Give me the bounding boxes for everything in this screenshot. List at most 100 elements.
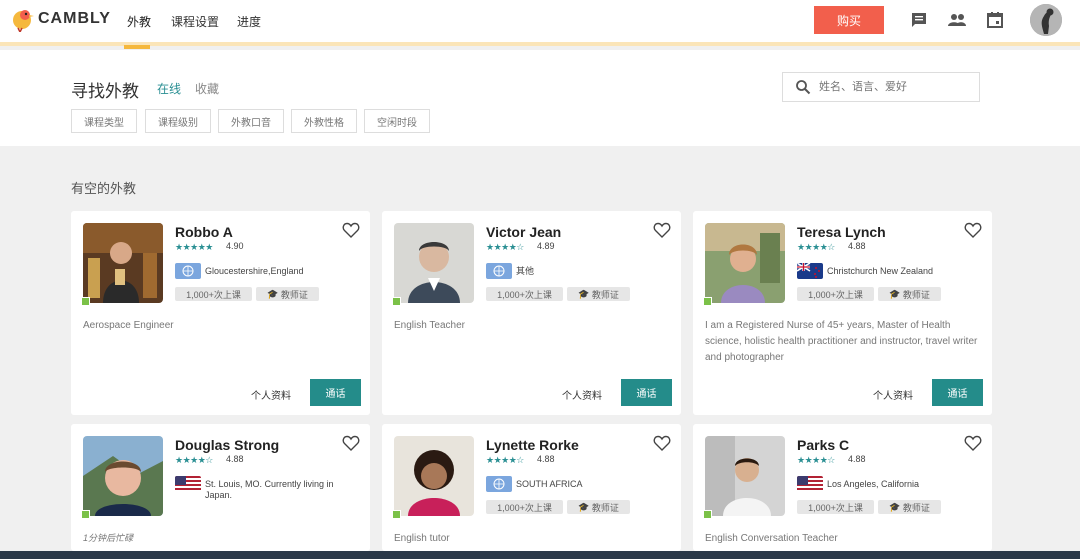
- tutor-photo[interactable]: [705, 223, 785, 303]
- busy-status: 1分钟后忙碌: [83, 533, 134, 543]
- rating-value: 4.90: [226, 241, 244, 251]
- nz-flag-icon: [797, 263, 823, 279]
- tutor-card[interactable]: Douglas Strong ★★★★☆ 4.88 St. Louis, MO.…: [71, 424, 370, 551]
- certified-label: 教师证: [591, 289, 619, 300]
- favorite-heart-icon[interactable]: [964, 434, 982, 452]
- tutor-location: Gloucestershire,England: [205, 266, 304, 276]
- rating-stars: ★★★★☆: [486, 455, 524, 465]
- profile-link[interactable]: 个人资料: [873, 387, 913, 402]
- tutor-bio: I am a Registered Nurse of 45+ years, Ma…: [705, 320, 978, 363]
- tutor-photo[interactable]: [394, 436, 474, 516]
- favorite-heart-icon[interactable]: [653, 221, 671, 239]
- tutor-card[interactable]: Victor Jean ★★★★☆ 4.89 其他 1,000+次上课 🎓 教师…: [382, 211, 681, 415]
- tutor-photo[interactable]: [705, 436, 785, 516]
- people-icon[interactable]: [947, 11, 967, 29]
- tab-favorites[interactable]: 收藏: [195, 80, 219, 97]
- rating-stars: ★★★★☆: [486, 242, 524, 252]
- rating-value: 4.88: [226, 454, 244, 464]
- lessons-badge: 1,000+次上课: [486, 287, 563, 301]
- rating-value: 4.89: [537, 241, 555, 251]
- bird-logo-icon: [13, 10, 34, 32]
- avatar-silhouette-icon: [1030, 4, 1062, 36]
- certified-badge: 🎓 教师证: [256, 287, 319, 301]
- top-nav: CAMBLY 外教 课程设置 进度 购买: [0, 0, 1080, 49]
- rating-stars: ★★★★☆: [797, 455, 835, 465]
- certified-label: 教师证: [280, 289, 308, 300]
- message-icon[interactable]: [910, 11, 928, 29]
- lessons-badge: 1,000+次上课: [175, 287, 252, 301]
- tutor-bio: Aerospace Engineer: [83, 320, 174, 331]
- certified-badge: 🎓 教师证: [567, 287, 630, 301]
- call-button[interactable]: 通话: [310, 379, 361, 406]
- os-taskbar: [0, 551, 1080, 559]
- tutor-name[interactable]: Lynette Rorke: [486, 437, 579, 453]
- brand-name: CAMBLY: [38, 10, 111, 27]
- nav-courses[interactable]: 课程设置: [171, 13, 219, 30]
- lessons-badge: 1,000+次上课: [797, 500, 874, 514]
- tutor-name[interactable]: Teresa Lynch: [797, 224, 886, 240]
- us-flag-icon: [175, 476, 201, 492]
- rating-value: 4.88: [537, 454, 555, 464]
- tutor-photo[interactable]: [394, 223, 474, 303]
- tutor-photo[interactable]: [83, 223, 163, 303]
- tutor-name[interactable]: Victor Jean: [486, 224, 561, 240]
- search-box[interactable]: [782, 72, 980, 102]
- graduation-cap-icon: 🎓: [578, 501, 590, 512]
- filter-course-level[interactable]: 课程级别: [145, 109, 211, 133]
- tutor-bio: English Teacher: [394, 320, 465, 331]
- tutor-location: St. Louis, MO. Currently living in Japan…: [205, 479, 334, 500]
- tutor-location: Los Angeles, California: [827, 479, 920, 489]
- rating-value: 4.88: [848, 241, 866, 251]
- tutor-card[interactable]: Lynette Rorke ★★★★☆ 4.88 SOUTH AFRICA 1,…: [382, 424, 681, 551]
- lessons-badge: 1,000+次上课: [797, 287, 874, 301]
- tutor-card[interactable]: Parks C ★★★★☆ 4.88 Los Angeles, Californ…: [693, 424, 992, 551]
- online-status-indicator: [81, 510, 90, 519]
- buy-button[interactable]: 购买: [814, 6, 884, 34]
- section-title: 有空的外教: [71, 181, 137, 196]
- filter-personality[interactable]: 外教性格: [291, 109, 357, 133]
- rating-value: 4.88: [848, 454, 866, 464]
- nav-tutors[interactable]: 外教: [127, 13, 151, 30]
- tutor-location: 其他: [516, 266, 535, 276]
- user-avatar[interactable]: [1030, 4, 1062, 36]
- certified-badge: 🎓 教师证: [878, 287, 941, 301]
- online-status-indicator: [703, 297, 712, 306]
- call-button[interactable]: 通话: [621, 379, 672, 406]
- tutor-name[interactable]: Parks C: [797, 437, 849, 453]
- profile-link[interactable]: 个人资料: [251, 387, 291, 402]
- online-status-indicator: [392, 510, 401, 519]
- online-status-indicator: [703, 510, 712, 519]
- un-flag-icon: [175, 263, 201, 279]
- tutor-name[interactable]: Robbo A: [175, 224, 233, 240]
- profile-link[interactable]: 个人资料: [562, 387, 602, 402]
- un-flag-icon: [486, 476, 512, 492]
- tutor-photo[interactable]: [83, 436, 163, 516]
- search-icon: [796, 80, 811, 95]
- filter-availability[interactable]: 空闲时段: [364, 109, 430, 133]
- nav-progress[interactable]: 进度: [237, 13, 261, 30]
- certified-badge: 🎓 教师证: [567, 500, 630, 514]
- favorite-heart-icon[interactable]: [342, 221, 360, 239]
- certified-label: 教师证: [902, 502, 930, 513]
- rating-stars: ★★★★★: [175, 242, 213, 252]
- favorite-heart-icon[interactable]: [653, 434, 671, 452]
- favorite-heart-icon[interactable]: [964, 221, 982, 239]
- filter-course-type[interactable]: 课程类型: [71, 109, 137, 133]
- calendar-icon[interactable]: [986, 11, 1004, 29]
- cambly-logo[interactable]: CAMBLY: [10, 6, 111, 32]
- tutor-card[interactable]: Robbo A ★★★★★ 4.90 Gloucestershire,Engla…: [71, 211, 370, 415]
- certified-label: 教师证: [591, 502, 619, 513]
- tutor-card[interactable]: Teresa Lynch ★★★★☆ 4.88 Christchurch New…: [693, 211, 992, 415]
- rating-stars: ★★★★☆: [175, 455, 213, 465]
- search-input[interactable]: [819, 78, 969, 96]
- tutor-bio: English Conversation Teacher: [705, 533, 838, 544]
- tab-online[interactable]: 在线: [157, 80, 181, 97]
- favorite-heart-icon[interactable]: [342, 434, 360, 452]
- call-button[interactable]: 通话: [932, 379, 983, 406]
- certified-label: 教师证: [902, 289, 930, 300]
- online-status-indicator: [392, 297, 401, 306]
- filter-accent[interactable]: 外教口音: [218, 109, 284, 133]
- rating-stars: ★★★★☆: [797, 242, 835, 252]
- tutor-name[interactable]: Douglas Strong: [175, 437, 279, 453]
- un-flag-icon: [486, 263, 512, 279]
